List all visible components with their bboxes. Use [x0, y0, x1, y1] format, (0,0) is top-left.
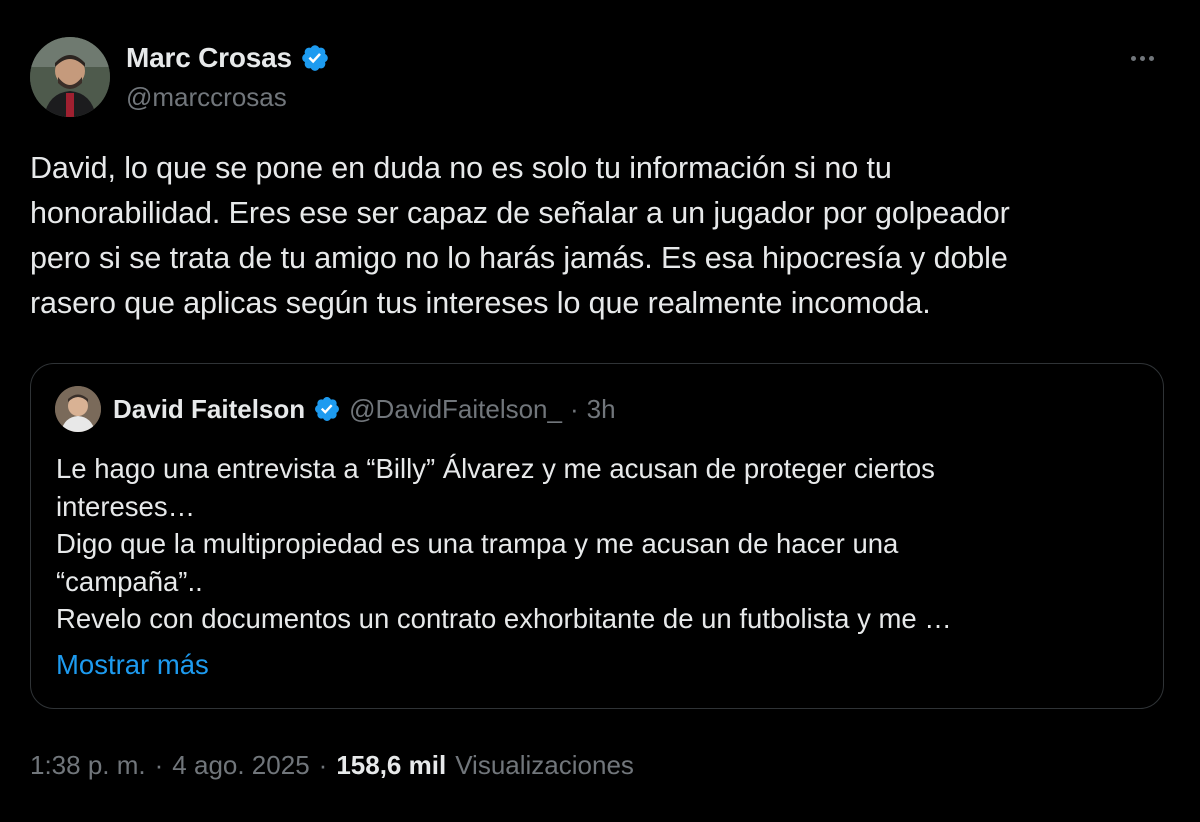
author-handle[interactable]: @marccrosas — [126, 82, 287, 113]
more-horizontal-icon — [1130, 55, 1136, 61]
tweet-text-line: David, lo que se pone en duda no es solo… — [30, 151, 892, 185]
tweet-time[interactable]: 1:38 p. m. — [30, 750, 146, 781]
show-more-link[interactable]: Mostrar más — [56, 649, 209, 681]
quoted-author-avatar[interactable] — [55, 386, 101, 432]
tweet: Marc Crosas @marccrosas David, lo que se… — [0, 0, 1200, 822]
quoted-timestamp[interactable]: 3h — [587, 394, 616, 425]
quoted-tweet-text: Le hago una entrevista a “Billy” Álvarez… — [56, 450, 1146, 638]
author-name-row: Marc Crosas — [126, 40, 330, 76]
views-label: Visualizaciones — [455, 750, 634, 780]
tweet-date[interactable]: 4 ago. 2025 — [172, 750, 309, 781]
separator-dot: · — [318, 750, 328, 780]
more-options-button[interactable] — [1124, 46, 1160, 70]
tweet-text: David, lo que se pone en duda no es solo… — [30, 146, 1170, 326]
verified-badge-icon — [300, 43, 330, 73]
quoted-text-line: Digo que la multipropiedad es una trampa… — [56, 528, 899, 560]
tweet-text-line: rasero que aplicas según tus intereses l… — [30, 286, 931, 320]
quoted-tweet-card[interactable]: David Faitelson @DavidFaitelson_ · 3h Le… — [30, 363, 1164, 709]
separator-dot: · — [569, 393, 579, 424]
tweet-text-line: honorabilidad. Eres ese ser capaz de señ… — [30, 196, 1010, 230]
tweet-text-line: pero si se trata de tu amigo no lo harás… — [30, 241, 1008, 275]
quoted-text-line: Le hago una entrevista a “Billy” Álvarez… — [56, 453, 935, 484]
quoted-author-handle[interactable]: @DavidFaitelson_ — [349, 394, 562, 425]
author-avatar[interactable] — [30, 37, 110, 117]
quoted-author-name[interactable]: David Faitelson — [113, 394, 305, 425]
author-name[interactable]: Marc Crosas — [126, 42, 292, 74]
quoted-header: David Faitelson @DavidFaitelson_ · 3h — [113, 392, 616, 426]
views-count: 158,6 mil — [336, 750, 447, 780]
tweet-meta-row: 1:38 p. m. · 4 ago. 2025 · 158,6 mil Vis… — [30, 750, 634, 781]
verified-badge-icon — [313, 395, 341, 423]
separator-dot: · — [154, 750, 164, 780]
quoted-text-line: Revelo con documentos un contrato exhorb… — [56, 603, 952, 635]
quoted-text-line: “campaña”.. — [56, 565, 203, 597]
quoted-text-line: intereses… — [56, 490, 196, 522]
